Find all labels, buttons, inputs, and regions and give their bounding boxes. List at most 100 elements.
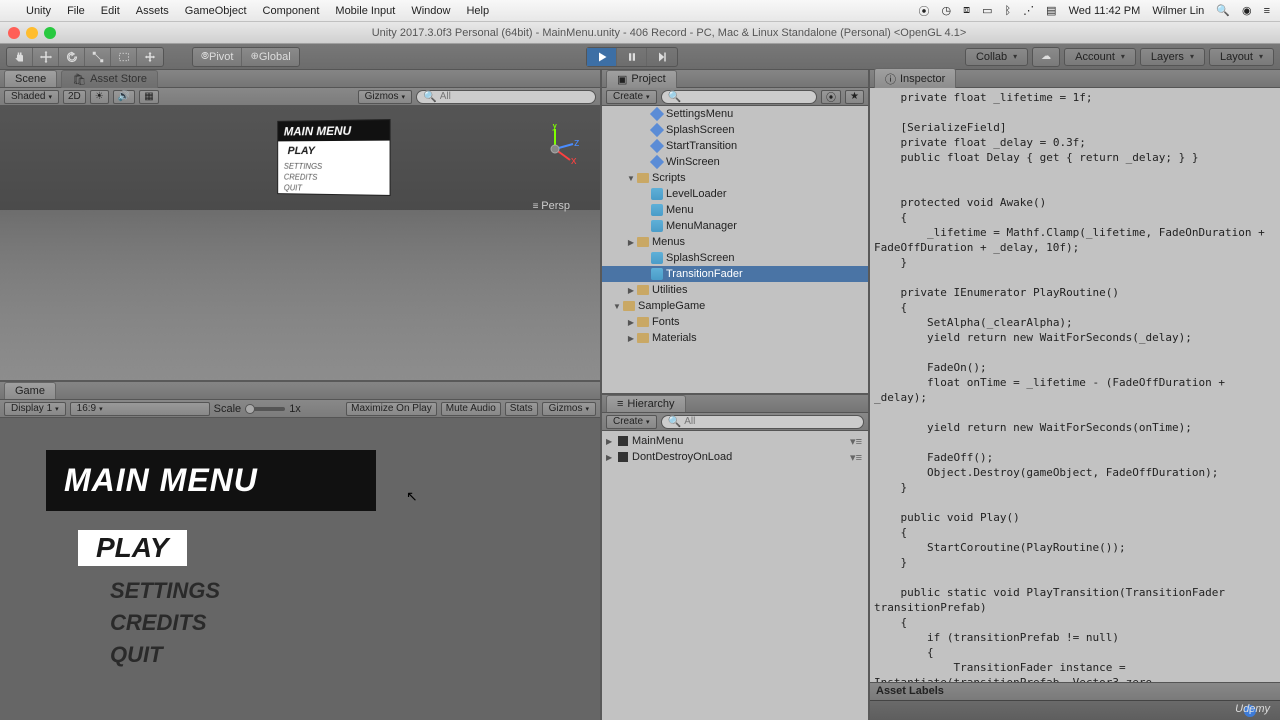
scene-view[interactable]: MAIN MENU PLAY SETTINGS CREDITS QUIT y z… [0, 106, 600, 380]
tab-hierarchy[interactable]: ≡ Hierarchy [606, 395, 686, 412]
scene-light-icon[interactable]: ☀ [90, 90, 109, 104]
pivot-toggle[interactable]: ⦾ Pivot [193, 48, 242, 66]
game-display-dropdown[interactable]: Display 1 [4, 402, 66, 416]
game-scale-slider[interactable] [245, 407, 285, 411]
asset-labels-header[interactable]: Asset Labels [870, 682, 1280, 700]
collab-dropdown[interactable]: Collab [965, 48, 1028, 66]
game-aspect-dropdown[interactable]: 16:9 [70, 402, 210, 416]
tab-game[interactable]: Game [4, 382, 56, 399]
hierarchy-search[interactable]: 🔍 [661, 415, 864, 429]
status-display-icon[interactable]: ▭ [982, 4, 992, 17]
scene-search[interactable]: 🔍 [416, 90, 596, 104]
project-item[interactable]: WinScreen [602, 154, 868, 170]
project-item[interactable]: ▼Scripts [602, 170, 868, 186]
project-toolbar: Create 🔍 ⦿ ★ [602, 88, 868, 106]
window-close-button[interactable] [8, 27, 20, 39]
scene-canvas-preview: MAIN MENU PLAY SETTINGS CREDITS QUIT [277, 119, 390, 196]
rotate-tool[interactable] [59, 48, 85, 66]
game-mute-toggle[interactable]: Mute Audio [441, 402, 501, 416]
global-toggle[interactable]: ⊕ Global [242, 48, 298, 66]
tab-scene[interactable]: Scene [4, 70, 57, 87]
game-view[interactable]: MAIN MENU PLAY SETTINGS CREDITS QUIT ↖ [0, 418, 600, 720]
layers-dropdown[interactable]: Layers [1140, 48, 1205, 66]
project-item[interactable]: SplashScreen [602, 122, 868, 138]
menu-mobile-input[interactable]: Mobile Input [335, 5, 395, 17]
game-menu-play[interactable]: PLAY [78, 530, 187, 566]
project-item[interactable]: SettingsMenu [602, 106, 868, 122]
menu-file[interactable]: File [67, 5, 85, 17]
step-button[interactable] [647, 48, 677, 66]
hand-tool[interactable] [7, 48, 33, 66]
scene-audio-icon[interactable]: 🔊 [113, 90, 135, 104]
scene-orientation-gizmo[interactable]: y z x [530, 124, 580, 174]
game-menu-title: MAIN MENU [46, 450, 376, 511]
menu-assets[interactable]: Assets [136, 5, 169, 17]
hierarchy-item[interactable]: ▶DontDestroyOnLoad▾≡ [602, 449, 868, 465]
status-wifi-icon[interactable]: ⋰ [1023, 4, 1034, 17]
scale-tool[interactable] [85, 48, 111, 66]
pause-button[interactable] [617, 48, 647, 66]
menu-component[interactable]: Component [263, 5, 320, 17]
window-minimize-button[interactable] [26, 27, 38, 39]
folder-icon [637, 237, 649, 247]
project-item[interactable]: Menu [602, 202, 868, 218]
project-item[interactable]: ▶Materials [602, 330, 868, 346]
project-item[interactable]: StartTransition [602, 138, 868, 154]
scene-shading-dropdown[interactable]: Shaded [4, 90, 59, 104]
status-user[interactable]: Wilmer Lin [1152, 5, 1204, 17]
scene-toolbar: Shaded 2D ☀ 🔊 ▦ Gizmos 🔍 [0, 88, 600, 106]
play-button[interactable] [587, 48, 617, 66]
project-item[interactable]: ▶Fonts [602, 314, 868, 330]
cloud-button[interactable]: ☁ [1033, 48, 1059, 66]
inspector-code-preview[interactable]: private float _lifetime = 1f; [Serialize… [870, 88, 1280, 682]
project-item[interactable]: ▶Menus [602, 234, 868, 250]
status-flag-icon[interactable]: ▤ [1046, 4, 1056, 17]
folder-icon [637, 173, 649, 183]
project-item[interactable]: ▶Utilities [602, 282, 868, 298]
hierarchy-create-dropdown[interactable]: Create [606, 415, 657, 429]
hierarchy-item[interactable]: ▶MainMenu▾≡ [602, 433, 868, 449]
scene-gizmos-dropdown[interactable]: Gizmos [358, 90, 412, 104]
scene-fx-icon[interactable]: ▦ [139, 90, 158, 104]
status-siri-icon[interactable]: ◉ [1242, 4, 1252, 17]
status-spotlight-icon[interactable]: 🔍 [1216, 4, 1230, 17]
status-dropbox-icon[interactable]: ⧈ [963, 4, 970, 17]
status-screenrec-icon[interactable]: ⦿ [919, 3, 930, 19]
window-maximize-button[interactable] [44, 27, 56, 39]
project-create-dropdown[interactable]: Create [606, 90, 657, 104]
tab-inspector[interactable]: ⓘ Inspector [874, 68, 956, 89]
tab-project[interactable]: ▣ Project [606, 70, 677, 88]
project-search[interactable]: 🔍 [661, 90, 818, 104]
menu-edit[interactable]: Edit [101, 5, 120, 17]
scene-2d-toggle[interactable]: 2D [63, 90, 86, 104]
project-item[interactable]: TransitionFader [602, 266, 868, 282]
status-notifications-icon[interactable]: ≡ [1264, 5, 1270, 17]
game-stats-toggle[interactable]: Stats [505, 402, 538, 416]
rect-tool[interactable] [111, 48, 137, 66]
game-maximize-toggle[interactable]: Maximize On Play [346, 402, 437, 416]
project-item[interactable]: SplashScreen [602, 250, 868, 266]
account-dropdown[interactable]: Account [1064, 48, 1136, 66]
tab-asset-store[interactable]: 🛍 Asset Store [61, 70, 158, 88]
project-item[interactable]: MenuManager [602, 218, 868, 234]
hierarchy-tree[interactable]: ▶MainMenu▾≡▶DontDestroyOnLoad▾≡ [602, 431, 868, 720]
project-item[interactable]: ▼SampleGame [602, 298, 868, 314]
game-menu-credits[interactable]: CREDITS [110, 610, 207, 636]
project-tree[interactable]: SettingsMenuSplashScreenStartTransitionW… [602, 106, 868, 393]
project-save-icon[interactable]: ★ [845, 90, 864, 104]
menu-unity[interactable]: Unity [26, 5, 51, 17]
move-tool[interactable] [33, 48, 59, 66]
transform-tool[interactable] [137, 48, 163, 66]
game-menu-quit[interactable]: QUIT [110, 642, 163, 668]
layout-dropdown[interactable]: Layout [1209, 48, 1274, 66]
game-gizmos-dropdown[interactable]: Gizmos [542, 402, 596, 416]
menu-window[interactable]: Window [411, 5, 450, 17]
menu-help[interactable]: Help [466, 5, 489, 17]
status-time-machine-icon[interactable]: ◷ [942, 4, 952, 17]
project-filter-icon[interactable]: ⦿ [821, 90, 841, 104]
project-item[interactable]: LevelLoader [602, 186, 868, 202]
game-menu-settings[interactable]: SETTINGS [110, 578, 220, 604]
status-clock[interactable]: Wed 11:42 PM [1069, 5, 1141, 17]
menu-gameobject[interactable]: GameObject [185, 5, 247, 17]
status-bluetooth-icon[interactable]: ᛒ [1005, 5, 1012, 17]
